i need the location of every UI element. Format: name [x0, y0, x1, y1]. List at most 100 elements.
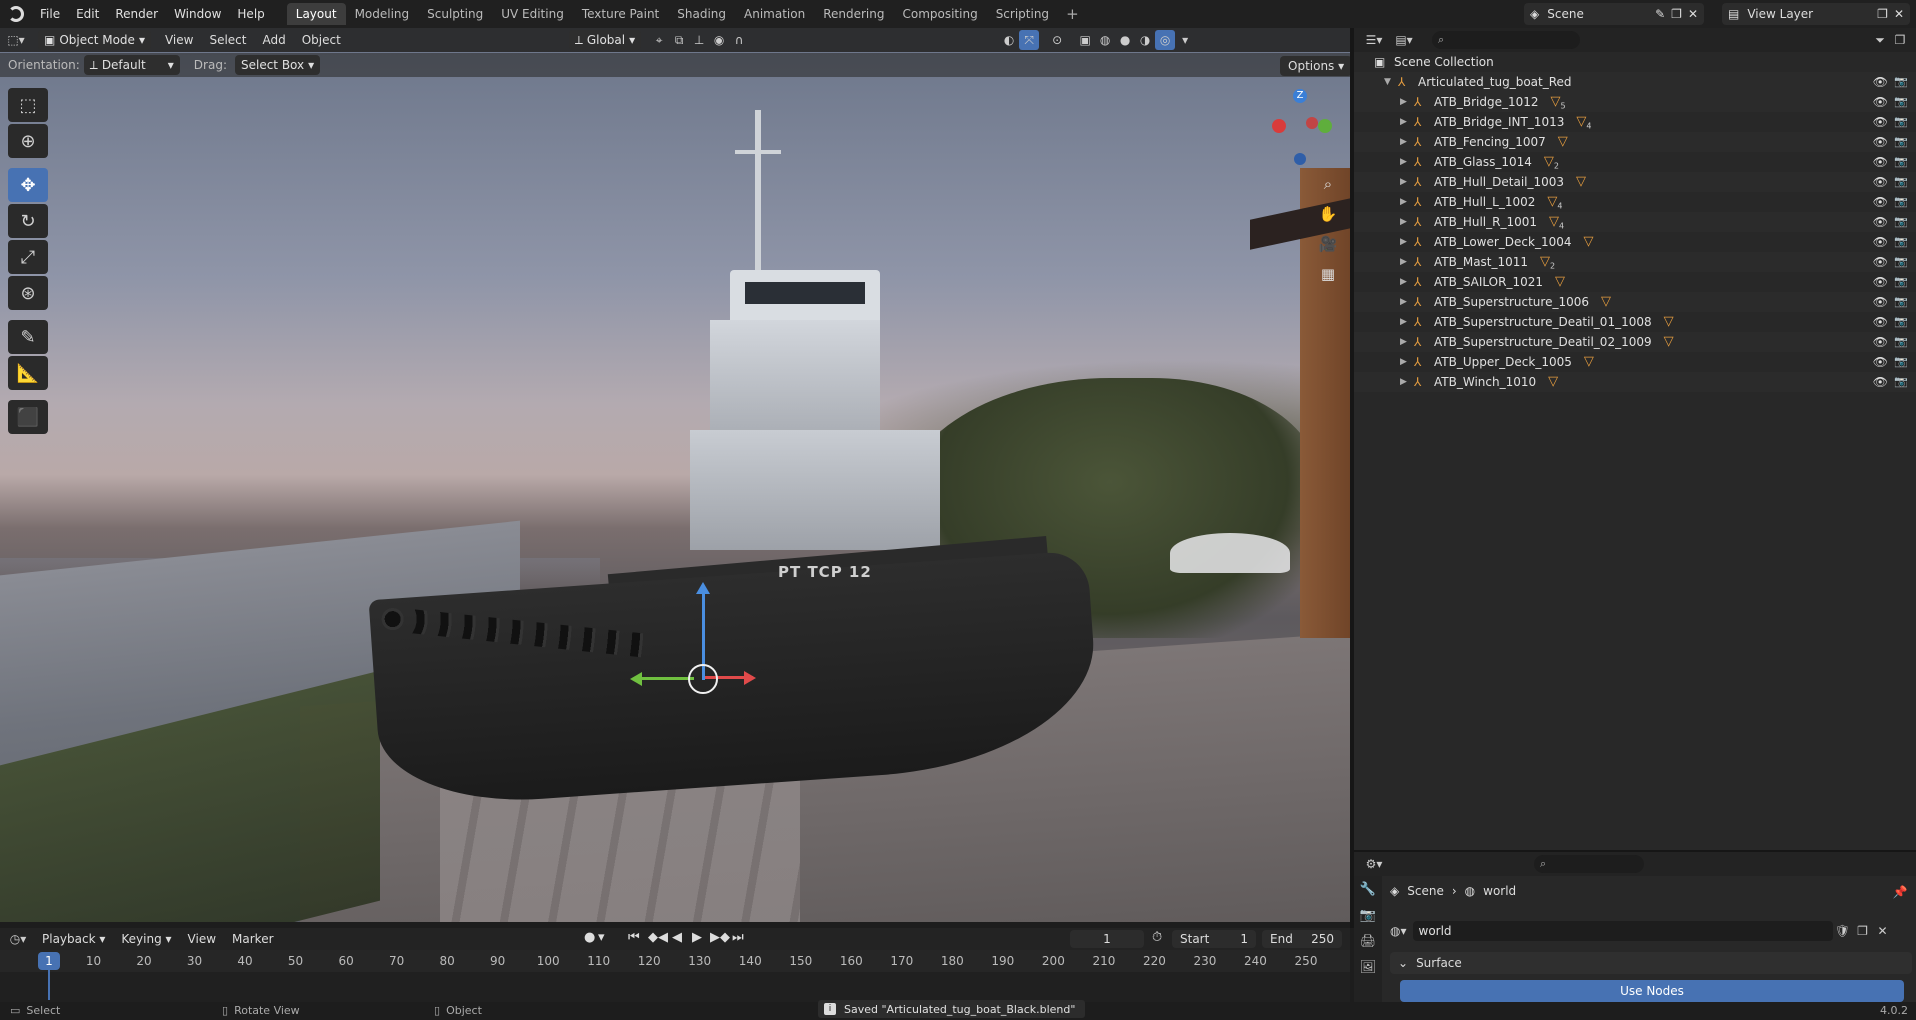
copy-layer-icon[interactable]: ❐ [1877, 7, 1888, 21]
outliner-item[interactable]: ▶ ⅄ ATB_Glass_1014 ▽2 👁 📷 [1354, 152, 1916, 172]
outliner-item[interactable]: ▶ ⅄ ATB_Winch_1010 ▽ 👁 📷 [1354, 372, 1916, 392]
copy-scene-icon[interactable]: ❐ [1671, 7, 1682, 21]
new-collection-icon[interactable]: ❐ [1890, 30, 1910, 50]
crumb-scene[interactable]: Scene [1407, 884, 1444, 898]
prev-keyframe-icon[interactable]: ◆◀ [648, 930, 668, 945]
timeline[interactable]: 10 20 30 40 50 60 70 80 90 100 110 120 130 140 150 160 1… [0, 950, 1350, 1002]
render-camera-icon[interactable]: 📷 [1894, 335, 1908, 348]
outliner-item[interactable]: ▶ ⅄ ATB_Hull_Detail_1003 ▽ 👁 📷 [1354, 172, 1916, 192]
play-reverse-icon[interactable]: ◀ [672, 930, 682, 945]
mesh-data-icon[interactable]: ▽2 [1540, 254, 1555, 271]
jump-end-icon[interactable]: ⏭ [732, 930, 744, 945]
eye-icon[interactable]: 👁 [1873, 135, 1888, 149]
crumb-world[interactable]: world [1483, 884, 1516, 898]
filter-icon[interactable]: ⏷ [1870, 30, 1890, 50]
menu-view[interactable]: View [157, 33, 201, 47]
render-camera-icon[interactable]: 📷 [1894, 255, 1908, 268]
pivot-icon[interactable]: ⌖ [649, 30, 669, 50]
boat-superstructure-lower[interactable] [690, 430, 940, 550]
rotate-tool-icon[interactable]: ↻ [8, 204, 48, 238]
eye-icon[interactable]: 👁 [1873, 295, 1888, 309]
outliner-search-input[interactable]: ⌕ [1432, 31, 1580, 49]
pan-hand-icon[interactable]: ✋ [1316, 202, 1340, 226]
render-camera-icon[interactable]: 📷 [1894, 235, 1908, 248]
mesh-data-icon[interactable]: ▽ [1584, 354, 1594, 371]
transform-tool-icon[interactable]: ⊛ [8, 276, 48, 310]
timeline-editor-icon[interactable]: ◷▾ [8, 929, 28, 949]
menu-add[interactable]: Add [254, 33, 293, 47]
render-camera-icon[interactable]: 📷 [1894, 295, 1908, 308]
root-object-row[interactable]: ▼ ⅄ Articulated_tug_boat_Red 👁 📷 [1354, 72, 1916, 92]
outliner-item[interactable]: ▶ ⅄ ATB_Bridge_INT_1013 ▽4 👁 📷 [1354, 112, 1916, 132]
render-camera-icon[interactable]: 📷 [1894, 275, 1908, 288]
mesh-data-icon[interactable]: ▽ [1548, 374, 1558, 391]
mesh-data-icon[interactable]: ▽ [1558, 134, 1568, 151]
menu-help[interactable]: Help [229, 3, 272, 25]
eye-icon[interactable]: 👁 [1873, 215, 1888, 229]
gizmo-toggle-icon[interactable]: ⤧ [1019, 30, 1040, 50]
render-camera-icon[interactable]: 📷 [1894, 135, 1908, 148]
navigation-gizmo[interactable]: Z [1260, 85, 1340, 175]
gizmo-x-arrow-icon[interactable] [744, 671, 756, 685]
tab-shading[interactable]: Shading [668, 3, 735, 25]
end-frame-field[interactable]: End 250 [1262, 930, 1342, 948]
mode-selector[interactable]: ▣ Object Mode ▾ [38, 30, 151, 50]
eye-icon[interactable]: 👁 [1873, 75, 1888, 89]
eye-icon[interactable]: 👁 [1873, 195, 1888, 209]
expand-down-icon[interactable]: ▼ [1384, 77, 1398, 87]
tab-texture-paint[interactable]: Texture Paint [573, 3, 668, 25]
unlink-world-icon[interactable]: ✕ [1873, 921, 1893, 941]
menu-render[interactable]: Render [107, 3, 166, 25]
outliner-item[interactable]: ▶ ⅄ ATB_Upper_Deck_1005 ▽ 👁 📷 [1354, 352, 1916, 372]
mesh-data-icon[interactable]: ▽5 [1551, 94, 1566, 111]
eye-icon[interactable]: 👁 [1873, 155, 1888, 169]
start-frame-field[interactable]: Start 1 [1172, 930, 1256, 948]
gizmo-y-axis[interactable] [636, 677, 694, 680]
tab-scripting[interactable]: Scripting [987, 3, 1058, 25]
eye-icon[interactable]: 👁 [1873, 255, 1888, 269]
expand-right-icon[interactable]: ▶ [1400, 277, 1414, 287]
render-camera-icon[interactable]: 📷 [1894, 115, 1908, 128]
outliner-item[interactable]: ▶ ⅄ ATB_Bridge_1012 ▽5 👁 📷 [1354, 92, 1916, 112]
eye-icon[interactable]: 👁 [1873, 95, 1888, 109]
eye-icon[interactable]: 👁 [1873, 335, 1888, 349]
world-browse-icon[interactable]: ◍▾ [1390, 924, 1407, 938]
mesh-data-icon[interactable]: ▽ [1601, 294, 1611, 311]
blender-logo-icon[interactable] [8, 6, 24, 22]
gizmo-y-arrow-icon[interactable] [630, 672, 642, 686]
delete-layer-icon[interactable]: ✕ [1894, 7, 1904, 21]
expand-right-icon[interactable]: ▶ [1400, 297, 1414, 307]
mesh-data-icon[interactable]: ▽4 [1547, 194, 1562, 211]
gizmo-center-ring[interactable] [688, 664, 718, 694]
gizmo-negx-ball[interactable] [1306, 117, 1318, 129]
scene-selector[interactable]: ◈ Scene ✎ ❐ ✕ [1524, 3, 1704, 25]
options-button[interactable]: Options ▾ [1280, 56, 1353, 76]
expand-right-icon[interactable]: ▶ [1400, 117, 1414, 127]
copy-world-icon[interactable]: ❐ [1853, 921, 1873, 941]
record-options-icon[interactable]: ▾ [598, 930, 605, 945]
world-name-field[interactable]: world [1412, 921, 1833, 941]
render-camera-icon[interactable]: 📷 [1894, 175, 1908, 188]
render-camera-icon[interactable]: 📷 [1894, 75, 1908, 88]
menu-object[interactable]: Object [294, 33, 349, 47]
cursor-tool-icon[interactable]: ⊕ [8, 124, 48, 158]
boat-mast[interactable] [755, 110, 761, 275]
menu-timeline-view[interactable]: View [180, 932, 224, 946]
expand-right-icon[interactable]: ▶ [1400, 157, 1414, 167]
scale-tool-icon[interactable]: ⤢ [8, 240, 48, 274]
orientation-dropdown[interactable]: ⟂ Default ▾ [83, 55, 180, 75]
mesh-data-icon[interactable]: ▽2 [1544, 154, 1559, 171]
shading-options-icon[interactable]: ▾ [1175, 30, 1195, 50]
mesh-data-icon[interactable]: ▽4 [1549, 214, 1564, 231]
menu-select[interactable]: Select [201, 33, 254, 47]
expand-right-icon[interactable]: ▶ [1400, 217, 1414, 227]
expand-right-icon[interactable]: ▶ [1400, 257, 1414, 267]
render-camera-icon[interactable]: 📷 [1894, 95, 1908, 108]
outliner-item[interactable]: ▶ ⅄ ATB_SAILOR_1021 ▽ 👁 📷 [1354, 272, 1916, 292]
eye-icon[interactable]: 👁 [1873, 315, 1888, 329]
jump-start-icon[interactable]: ⏮ [628, 930, 640, 945]
output-tab-icon[interactable]: 🖨 [1354, 928, 1382, 954]
stopwatch-icon[interactable]: ⏱ [1152, 930, 1162, 945]
expand-right-icon[interactable]: ▶ [1400, 377, 1414, 387]
outliner-editor-icon[interactable]: ☰▾ [1364, 30, 1384, 50]
